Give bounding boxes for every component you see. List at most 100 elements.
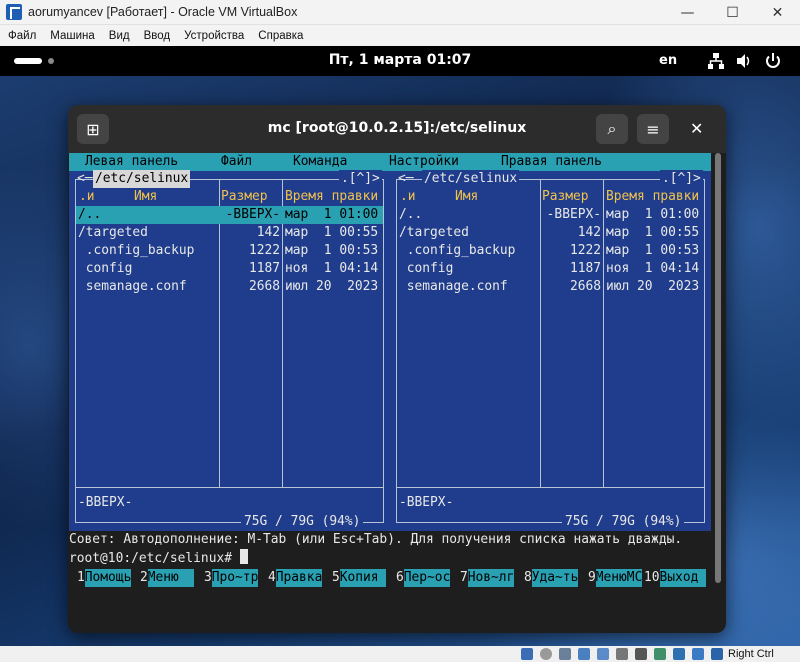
mc-menubar: Левая панель Файл Команда Настройки Прав… — [69, 153, 711, 171]
file-row-name[interactable]: semanage.conf — [399, 278, 508, 296]
vbox-menubar: Файл Машина Вид Ввод Устройства Справка — [0, 25, 800, 46]
disk-free: 75G / 79G (94%) — [562, 513, 685, 531]
hard-disk-icon[interactable] — [521, 648, 533, 660]
hint-line: Совет: Автодополнение: M-Tab (или Esc+Ta… — [69, 531, 713, 549]
file-row-time: июл 20 2023 — [606, 279, 700, 294]
vbox-menu-help[interactable]: Справка — [258, 30, 303, 42]
file-row-name[interactable]: /.. — [78, 206, 101, 224]
panel-history-button[interactable]: .[^]> — [339, 170, 382, 188]
fkey-move[interactable]: 6Пер~ос — [396, 569, 451, 587]
terminal-window: ⊞ mc [root@10.0.2.15]:/etc/selinux ⌕ ≡ ✕… — [68, 105, 726, 633]
file-row-time: ноя 1 04:14 — [285, 261, 379, 276]
file-row-name[interactable]: config — [78, 260, 133, 278]
file-row-time: мар 1 00:53 — [606, 243, 700, 258]
input-language[interactable]: en — [659, 53, 677, 68]
power-icon[interactable] — [764, 52, 782, 70]
file-row-name[interactable]: /targeted — [78, 224, 148, 242]
mc-menu-left-panel[interactable]: Левая панель — [85, 154, 178, 169]
file-row-time: ноя 1 04:14 — [606, 261, 700, 276]
vbox-menu-view[interactable]: Вид — [109, 30, 130, 42]
video-capture-icon[interactable] — [654, 648, 666, 660]
mc-menu-options[interactable]: Настройки — [389, 154, 459, 169]
fkey-delete[interactable]: 8Уда~ть — [524, 569, 579, 587]
vbox-menu-machine[interactable]: Машина — [50, 30, 95, 42]
file-row-size: 2668 — [248, 279, 280, 294]
display-icon[interactable] — [635, 648, 647, 660]
midnight-commander: Левая панель Файл Команда Настройки Прав… — [69, 153, 713, 631]
file-row-time: мар 1 00:55 — [285, 225, 379, 240]
command-line[interactable]: root@10:/etc/selinux# — [69, 549, 713, 567]
mc-menu-right-panel[interactable]: Правая панель — [501, 154, 602, 169]
file-row-name[interactable]: .config_backup — [78, 242, 195, 260]
audio-icon[interactable] — [559, 648, 571, 660]
vbox-menu-devices[interactable]: Устройства — [184, 30, 244, 42]
column-sort-indicator[interactable]: .и — [79, 188, 95, 206]
file-row-size: 142 — [256, 225, 280, 240]
file-row-size: -ВВЕРХ- — [225, 207, 280, 222]
panel-history-button[interactable]: .[^]> — [660, 170, 703, 188]
network-adapter-icon[interactable] — [578, 648, 590, 660]
column-size[interactable]: Размер — [542, 188, 589, 206]
cpu-icon[interactable] — [673, 648, 685, 660]
file-row-name[interactable]: /.. — [399, 206, 422, 224]
clock[interactable]: Пт, 1 марта 01:07 — [0, 52, 800, 68]
volume-icon[interactable] — [735, 52, 753, 70]
file-row-time: мар 1 01:00 — [606, 207, 700, 222]
file-row-name[interactable]: .config_backup — [399, 242, 516, 260]
panel-path[interactable]: /etc/selinux — [422, 170, 520, 188]
fkey-pulldown[interactable]: 9МенюMC — [588, 569, 643, 587]
text-cursor — [239, 549, 248, 564]
file-row-size: 1222 — [248, 243, 280, 258]
file-row-name[interactable]: semanage.conf — [78, 278, 187, 296]
file-row-size: 1187 — [569, 261, 601, 276]
virtualbox-icon — [6, 4, 22, 20]
vbox-status-bar: Right Ctrl — [0, 646, 800, 662]
search-icon[interactable]: ⌕ — [596, 114, 628, 144]
fkey-copy[interactable]: 5Копия — [332, 569, 387, 587]
vbox-menu-input[interactable]: Ввод — [144, 30, 171, 42]
hamburger-menu-icon[interactable]: ≡ — [637, 114, 669, 144]
mc-menu-file[interactable]: Файл — [221, 154, 252, 169]
fkey-mkdir[interactable]: 7Нов~лг — [460, 569, 515, 587]
window-title: aorumyancev [Работает] - Oracle VM Virtu… — [28, 5, 298, 19]
disk-free: 75G / 79G (94%) — [241, 513, 364, 531]
column-time[interactable]: Время правки — [285, 188, 378, 206]
column-size[interactable]: Размер — [221, 188, 268, 206]
column-time[interactable]: Время правки — [606, 188, 699, 206]
terminal-scrollbar[interactable] — [715, 153, 721, 583]
file-row-size: 142 — [577, 225, 601, 240]
usb-icon[interactable] — [597, 648, 609, 660]
host-key-icon[interactable] — [711, 648, 723, 660]
panel-path[interactable]: /etc/selinux — [93, 170, 191, 188]
fkey-help[interactable]: 1Помощь — [77, 569, 132, 587]
fkey-menu[interactable]: 2Меню — [140, 569, 195, 587]
column-name[interactable]: Имя — [134, 188, 157, 206]
maximize-button[interactable]: ☐ — [710, 0, 755, 25]
vbox-menu-file[interactable]: Файл — [8, 30, 36, 42]
right-panel[interactable]: <─ /etc/selinux .[^]> .и Имя Размер Врем… — [390, 170, 711, 531]
mouse-integration-icon[interactable] — [692, 648, 704, 660]
close-button[interactable]: ✕ — [755, 0, 800, 25]
file-row-size: 1187 — [248, 261, 280, 276]
file-row-name[interactable]: config — [399, 260, 454, 278]
fkey-edit[interactable]: 4Правка — [268, 569, 323, 587]
close-icon[interactable]: ✕ — [690, 119, 703, 138]
network-icon[interactable] — [707, 52, 725, 70]
optical-drive-icon[interactable] — [540, 648, 552, 660]
host-key-label: Right Ctrl — [728, 648, 774, 660]
file-row-name[interactable]: /targeted — [399, 224, 469, 242]
column-name[interactable]: Имя — [455, 188, 478, 206]
fkey-quit[interactable]: 10Выход — [644, 569, 707, 587]
host-title-bar: aorumyancev [Работает] - Oracle VM Virtu… — [0, 0, 800, 25]
mc-menu-command[interactable]: Команда — [293, 154, 347, 169]
file-row-time: июл 20 2023 — [285, 279, 379, 294]
function-key-bar: 1Помощь 2Меню 3Про~тр 4Правка 5Копия 6Пе… — [69, 569, 713, 587]
file-row-time: мар 1 00:53 — [285, 243, 379, 258]
fkey-view[interactable]: 3Про~тр — [204, 569, 259, 587]
minimize-button[interactable]: — — [665, 0, 710, 25]
column-sort-indicator[interactable]: .и — [400, 188, 416, 206]
file-row-time: мар 1 00:55 — [606, 225, 700, 240]
panel-corner-left: <─ — [77, 171, 93, 186]
left-panel[interactable]: <─ /etc/selinux .[^]> .и Имя Размер Врем… — [69, 170, 390, 531]
shared-folders-icon[interactable] — [616, 648, 628, 660]
